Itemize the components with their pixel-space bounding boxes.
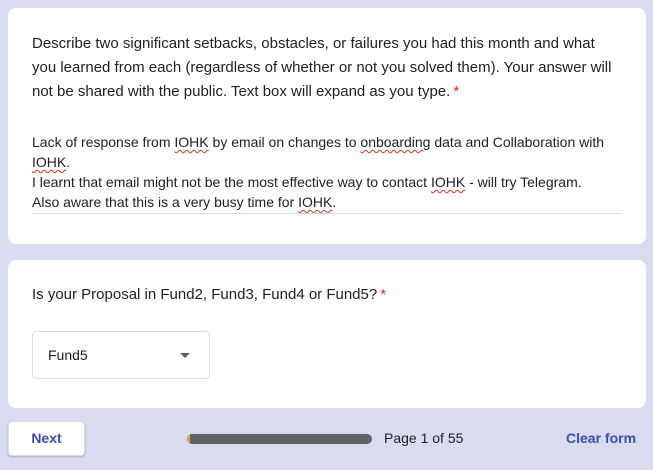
answer-underline	[32, 213, 622, 214]
question-text: Is your Proposal in Fund2, Fund3, Fund4 …	[32, 286, 378, 303]
page-indicator: Page 1 of 55	[384, 430, 464, 446]
misspelled-word: IOHK	[32, 154, 67, 170]
answer-line: Lack of response from IOHK by email on c…	[32, 132, 622, 172]
answer-line: Also aware that this is a very busy time…	[32, 192, 622, 212]
answer-text: by email on changes to	[208, 134, 361, 150]
answer-text: .	[66, 154, 71, 170]
misspelled-word: IOHK	[298, 194, 333, 210]
question-text: Describe two significant setbacks, obsta…	[32, 35, 612, 100]
required-asterisk: *	[453, 83, 460, 100]
question-card-fund: Is your Proposal in Fund2, Fund3, Fund4 …	[8, 260, 646, 408]
fund-dropdown[interactable]: Fund5	[32, 331, 210, 379]
clear-form-button[interactable]: Clear form	[566, 430, 636, 446]
progress-bar	[187, 434, 372, 444]
next-button[interactable]: Next	[8, 421, 85, 456]
dropdown-selected-value: Fund5	[48, 347, 88, 363]
misspelled-word: onboarding	[360, 134, 431, 150]
answer-text: data and Collaboration with	[430, 134, 605, 150]
required-asterisk: *	[380, 286, 387, 303]
answer-text: Lack of response from	[32, 134, 175, 150]
question-title: Is your Proposal in Fund2, Fund3, Fund4 …	[32, 283, 620, 307]
answer-text: .	[332, 194, 337, 210]
caret-down-icon	[180, 353, 190, 358]
answer-line: I learnt that email might not be the mos…	[32, 172, 622, 192]
question-title: Describe two significant setbacks, obsta…	[32, 32, 620, 104]
answer-text: I learnt that email might not be the mos…	[32, 174, 431, 190]
answer-text: - will try Telegram.	[465, 174, 582, 190]
question-card-setbacks: Describe two significant setbacks, obsta…	[8, 8, 646, 244]
misspelled-word: IOHK	[174, 134, 209, 150]
answer-textarea[interactable]: Lack of response from IOHK by email on c…	[32, 132, 622, 212]
answer-text: Also aware that this is a very busy time…	[32, 194, 299, 210]
misspelled-word: IOHK	[430, 174, 466, 190]
progress-bar-fill	[187, 434, 191, 444]
